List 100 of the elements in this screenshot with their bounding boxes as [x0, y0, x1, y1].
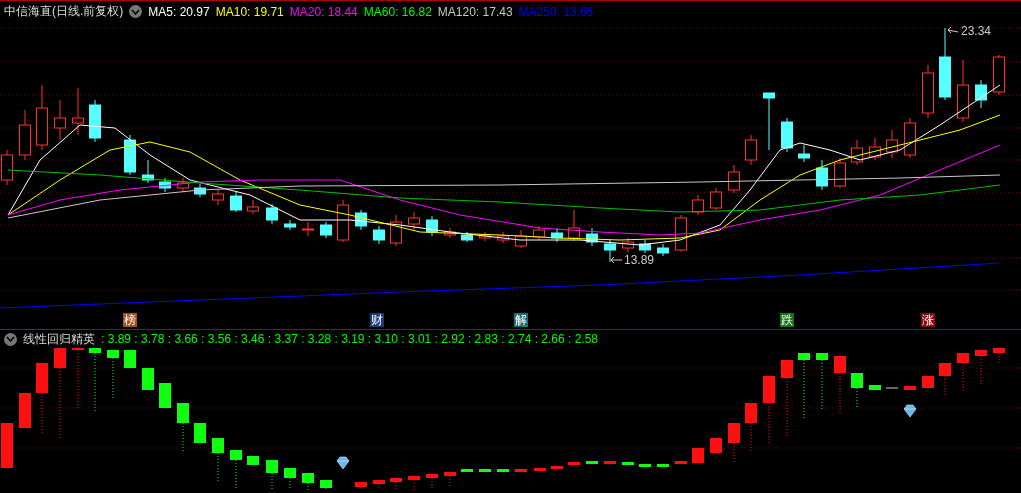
regression-bar [194, 423, 206, 443]
event-marker[interactable]: 跌 [780, 313, 794, 327]
candlestick [798, 144, 810, 163]
regression-bar [939, 363, 951, 397]
regression-bar [461, 469, 473, 472]
candlestick [142, 159, 154, 184]
regression-bar [408, 476, 420, 491]
regression-bar [89, 348, 101, 414]
regression-bar [19, 393, 31, 428]
candlestick [212, 189, 224, 206]
regression-bar [247, 456, 259, 465]
regression-bar [904, 386, 916, 390]
regression-bar [745, 403, 757, 454]
regression-bar [851, 373, 863, 409]
dropdown-icon[interactable] [129, 5, 143, 18]
regression-bar [159, 383, 171, 408]
regression-bar [142, 368, 154, 390]
event-marker[interactable]: 涨 [921, 313, 935, 327]
low-price-label: 13.89 [624, 253, 655, 267]
candlestick [604, 239, 616, 263]
ma-label: MA120: 17.43 [437, 4, 513, 19]
regression-bar [177, 403, 189, 454]
candlestick [266, 203, 278, 225]
regression-bar [675, 461, 687, 464]
regression-bar [444, 472, 456, 487]
candlestick [586, 227, 598, 247]
candlestick [533, 225, 545, 241]
candlestick [337, 199, 349, 243]
regression-bar [1, 423, 13, 468]
regression-bar [922, 376, 934, 388]
candlestick [320, 221, 332, 239]
high-price-label: 23.34 [961, 24, 992, 38]
candlestick [816, 159, 828, 191]
regression-bar [869, 385, 881, 390]
regression-bar [639, 464, 651, 467]
regression-bar [497, 469, 509, 472]
regression-bar [266, 460, 278, 491]
candlestick [728, 164, 740, 194]
arrow-icon [947, 26, 959, 34]
regression-bar [124, 350, 136, 368]
candlestick [444, 227, 456, 239]
chart-title: 中信海直(日线.前复权) [4, 3, 124, 20]
regression-bar [586, 461, 598, 464]
candlestick [975, 79, 987, 109]
candlestick [922, 64, 934, 119]
regression-bar [604, 461, 616, 464]
regression-bar [551, 466, 563, 469]
regression-bar [622, 462, 634, 465]
dropdown-icon[interactable] [4, 332, 17, 346]
ma-label: MA250: 13.66 [518, 4, 594, 19]
regression-bar [816, 353, 828, 411]
event-marker[interactable]: 财 [370, 313, 384, 327]
event-marker[interactable]: 榜 [123, 313, 137, 327]
regression-bar [320, 480, 332, 491]
candlestick [461, 231, 473, 243]
regression-bar [957, 353, 969, 394]
candlestick [408, 211, 420, 231]
candlestick [19, 109, 31, 161]
regression-bar [72, 348, 84, 411]
regression-bar [534, 468, 546, 471]
candlestick [515, 229, 527, 249]
regression-bar [568, 462, 580, 465]
regression-bar [302, 473, 314, 491]
candlestick [904, 117, 916, 159]
candlestick [124, 134, 136, 176]
diamond-icon [336, 456, 350, 470]
regression-bar [515, 469, 527, 472]
regression-bar [657, 464, 669, 467]
candlestick [745, 134, 757, 166]
event-marker[interactable]: 解 [514, 313, 528, 327]
candlestick [692, 194, 704, 216]
candlestick [479, 231, 491, 242]
regression-bar [107, 350, 119, 399]
candlestick [763, 92, 775, 151]
ma-label: MA60: 16.82 [363, 4, 432, 19]
regression-bar [728, 423, 740, 464]
candlestick [426, 215, 438, 237]
diamond-icon [903, 404, 917, 418]
candlestick [355, 209, 367, 231]
candlestick [159, 177, 171, 193]
regression-bar [230, 450, 242, 491]
regression-bar [390, 478, 402, 491]
candlestick [89, 99, 101, 143]
candlestick [886, 129, 898, 159]
regression-bar [798, 353, 810, 421]
candlestick [72, 87, 84, 136]
regression-bar [355, 482, 367, 491]
arrow-icon [610, 256, 623, 264]
candlestick [639, 239, 651, 254]
candlestick [36, 84, 48, 151]
regression-bar [834, 356, 846, 414]
candlestick [373, 225, 385, 245]
candlestick [497, 231, 509, 244]
candlestick [657, 243, 669, 257]
regression-bar [36, 363, 48, 434]
candlestick [194, 183, 206, 198]
candlestick [675, 214, 687, 253]
candlestick [834, 157, 846, 189]
candlestick [54, 99, 66, 141]
candlestick [869, 137, 881, 161]
